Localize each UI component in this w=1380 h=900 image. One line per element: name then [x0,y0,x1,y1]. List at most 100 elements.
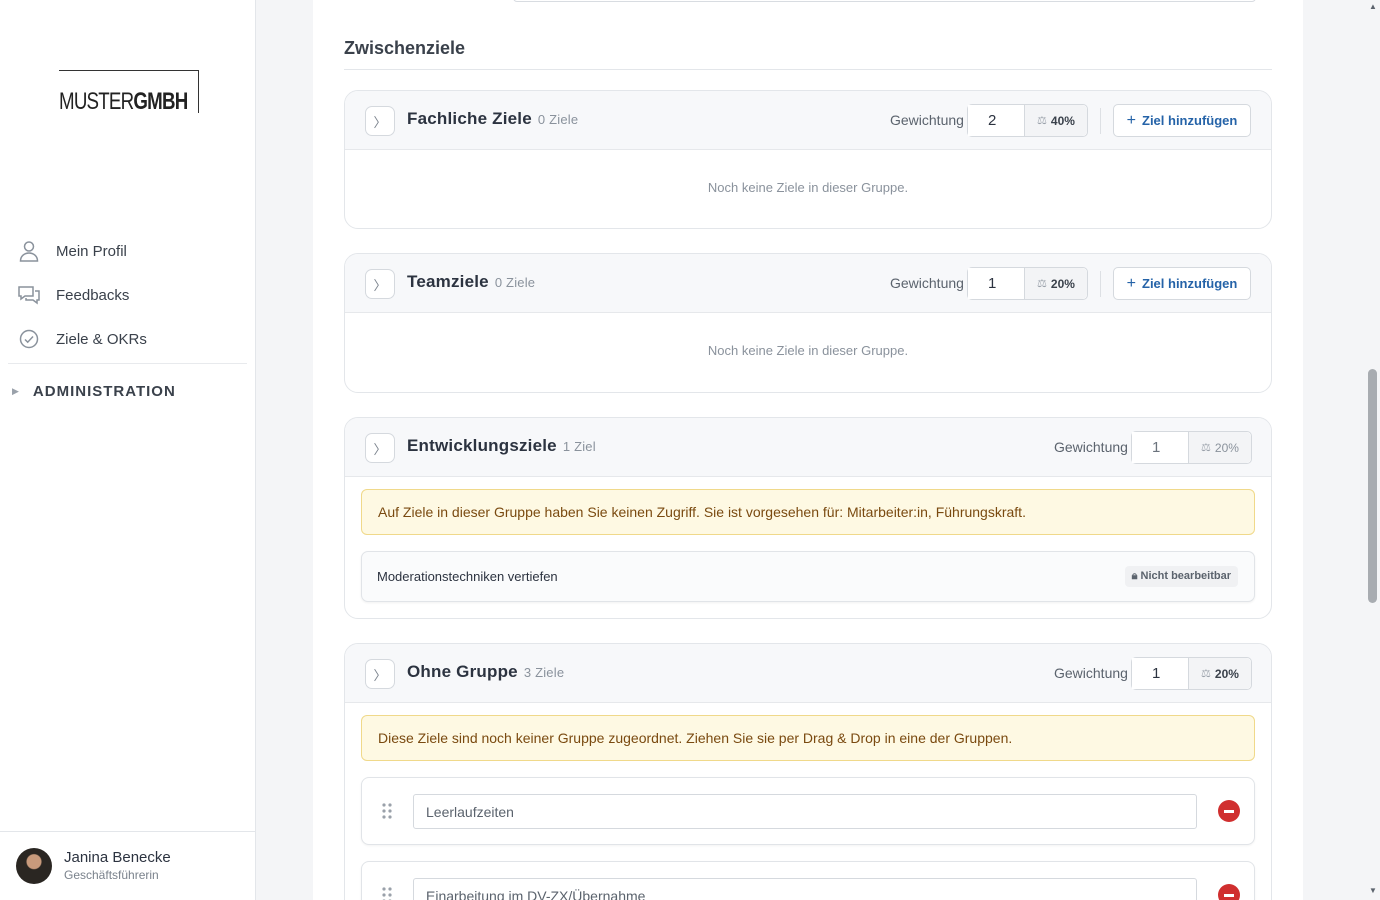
goal-group-fachliche-ziele: 〉 Fachliche Ziele 0 Ziele Gewichtung ⚖40%… [344,90,1272,229]
group-title: Entwicklungsziele 1 Ziel [407,436,596,456]
group-title: Ohne Gruppe 3 Ziele [407,662,564,682]
weight-percent-value: 20% [1214,666,1239,681]
admin-label: ADMINISTRATION [32,382,176,400]
caret-right-icon: ▶ [12,385,19,396]
plus-icon: + [1126,111,1136,129]
nav-label: Mein Profil [56,242,127,260]
chevron-right-icon: 〉 [373,441,387,457]
group-count: 1 Ziel [562,439,596,454]
group-header: 〉 Fachliche Ziele 0 Ziele Gewichtung ⚖40%… [345,91,1271,150]
goal-group-ohne-gruppe: 〉 Ohne Gruppe 3 Ziele Gewichtung ⚖20% Die… [344,643,1272,900]
header-divider [1100,271,1101,297]
main-nav: Mein Profil Feedbacks Ziele & OKRs ▶ ADM… [0,229,255,418]
drag-handle-icon[interactable] [380,802,394,820]
user-icon [18,240,40,262]
sidebar: MUSTERGMBH Mein Profil Feedbacks Ziele &… [0,0,256,900]
user-profile-footer[interactable]: Janina Benecke Geschäftsführerin [0,831,255,900]
weight-control: ⚖40% [967,104,1088,137]
group-count: 3 Ziele [523,665,565,680]
header-divider [1100,108,1101,134]
add-goal-button[interactable]: + Ziel hinzufügen [1113,267,1251,300]
group-count: 0 Ziele [494,275,536,290]
scroll-down-arrow-icon[interactable]: ▼ [1369,886,1377,895]
goal-title-input[interactable] [413,794,1197,829]
group-name: Entwicklungsziele [407,436,557,455]
expand-toggle[interactable]: 〉 [365,433,395,463]
expand-toggle[interactable]: 〉 [365,106,395,136]
group-header: 〉 Teamziele 0 Ziele Gewichtung ⚖20% + Ziel… [345,254,1271,313]
group-title: Teamziele 0 Ziele [407,272,535,292]
minus-icon [1224,893,1234,897]
nav-label: Ziele & OKRs [56,330,147,348]
weight-percent: ⚖ 40% [1025,105,1087,136]
goal-group-entwicklungsziele: 〉 Entwicklungsziele 1 Ziel Gewichtung ⚖20… [344,417,1272,619]
weight-input[interactable] [1132,658,1189,689]
logo-text-part1: MUSTER [59,88,134,115]
empty-state: Noch keine Ziele in dieser Gruppe. [707,343,909,358]
chevron-right-icon: 〉 [373,667,387,683]
weight-percent-value: 20% [1050,276,1075,291]
goal-group-teamziele: 〉 Teamziele 0 Ziele Gewichtung ⚖20% + Ziel… [344,253,1272,393]
nav-item-mein-profil[interactable]: Mein Profil [0,229,255,273]
scale-icon: ⚖ [1037,278,1047,290]
empty-state: Noch keine Ziele in dieser Gruppe. [707,180,909,195]
weight-percent: ⚖ 20% [1189,658,1251,689]
nav-label: Feedbacks [56,286,130,304]
remove-goal-button[interactable] [1218,884,1240,900]
weight-label: Gewichtung [890,112,964,128]
weight-percent-value: 20% [1214,440,1239,455]
weight-input [1132,432,1189,463]
nav-item-ziele-okrs[interactable]: Ziele & OKRs [0,317,255,361]
nav-item-feedbacks[interactable]: Feedbacks [0,273,255,317]
weight-input[interactable] [968,105,1025,136]
chat-bubbles-icon [18,284,40,306]
company-logo[interactable]: MUSTERGMBH [59,70,199,115]
lock-icon: 🔒︎ [1131,570,1138,582]
weight-control: ⚖20% [1131,431,1252,464]
section-title: Zwischenziele [344,38,466,58]
expand-toggle[interactable]: 〉 [365,269,395,299]
logo-text-part2: GMBH [133,88,188,115]
drag-handle-icon[interactable] [380,886,394,900]
chevron-right-icon: 〉 [373,277,387,293]
group-count: 0 Ziele [537,112,579,127]
weight-control: ⚖20% [1131,657,1252,690]
weight-control: ⚖20% [967,267,1088,300]
scrollbar-thumb[interactable] [1368,369,1377,603]
goal-row [361,777,1255,845]
group-name: Fachliche Ziele [407,109,532,128]
ungrouped-warning: Diese Ziele sind noch keiner Gruppe zuge… [361,715,1255,761]
check-circle-icon [18,328,40,350]
section-divider [344,69,1272,70]
not-editable-badge: 🔒︎ Nicht bearbeitbar [1124,566,1238,587]
remove-goal-button[interactable] [1218,800,1240,822]
add-goal-label: Ziel hinzufügen [1142,276,1238,291]
avatar [16,848,52,884]
group-name: Teamziele [407,272,489,291]
group-name: Ohne Gruppe [407,662,518,681]
badge-label: Nicht bearbeitbar [1140,570,1231,582]
weight-percent: ⚖ 20% [1025,268,1087,299]
weight-percent: ⚖ 20% [1189,432,1251,463]
group-header: 〉 Entwicklungsziele 1 Ziel Gewichtung ⚖20… [345,418,1271,477]
previous-field[interactable] [513,0,1256,2]
goal-row [361,861,1255,900]
add-goal-button[interactable]: + Ziel hinzufügen [1113,104,1251,137]
main-content: Zwischenziele 〉 Fachliche Ziele 0 Ziele G… [313,0,1303,900]
weight-percent-value: 40% [1050,113,1075,128]
goal-title: Moderationstechniken vertiefen [377,569,558,584]
weight-input[interactable] [968,268,1025,299]
scale-icon: ⚖ [1201,668,1211,680]
scroll-up-arrow-icon[interactable]: ▲ [1369,2,1377,11]
scale-icon: ⚖ [1201,442,1211,454]
weight-label: Gewichtung [1054,665,1128,681]
nav-section-administration[interactable]: ▶ ADMINISTRATION [0,364,255,418]
access-warning: Auf Ziele in dieser Gruppe haben Sie kei… [361,489,1255,535]
expand-toggle[interactable]: 〉 [365,659,395,689]
minus-icon [1224,809,1234,813]
goal-title-input[interactable] [413,878,1197,900]
locked-goal-item: Moderationstechniken vertiefen 🔒︎ Nicht … [361,551,1255,602]
chevron-right-icon: 〉 [373,114,387,130]
scale-icon: ⚖ [1037,115,1047,127]
user-role: Geschäftsführerin [64,868,159,882]
